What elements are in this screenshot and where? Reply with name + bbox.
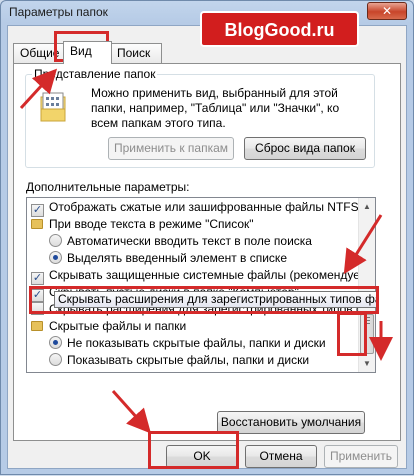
reset-folders-button[interactable]: Сброс вида папок bbox=[244, 137, 366, 160]
view-tab-panel: Представление папок Можно применить вид,… bbox=[13, 63, 401, 441]
list-item[interactable]: ✓ Скрывать защищенные системные файлы (ре… bbox=[31, 267, 360, 285]
blog-logo: BlogGood.ru bbox=[200, 11, 359, 47]
advanced-settings-list[interactable]: ✓ Отображать сжатые или зашифрованные фай… bbox=[26, 197, 376, 373]
list-scrollbar[interactable]: ▲ ▼ bbox=[358, 198, 375, 372]
cancel-button[interactable]: Отмена bbox=[245, 445, 317, 468]
list-item[interactable]: ✓ Отображать сжатые или зашифрованные фай… bbox=[31, 199, 369, 217]
folder-options-window: Параметры папок ✕ Общие Вид Поиск Предст… bbox=[0, 0, 414, 475]
radio-icon[interactable] bbox=[49, 234, 62, 247]
scroll-up-icon[interactable]: ▲ bbox=[359, 198, 375, 215]
advanced-settings-label: Дополнительные параметры: bbox=[26, 180, 190, 194]
folder-icon bbox=[31, 321, 43, 331]
list-item: Скрытые файлы и папки bbox=[31, 318, 186, 335]
radio-selected-icon[interactable] bbox=[49, 251, 62, 264]
tooltip: Скрывать расширения для зарегистрированн… bbox=[54, 291, 377, 308]
checkbox-icon[interactable] bbox=[31, 302, 44, 315]
folder-view-legend: Представление папок bbox=[32, 67, 158, 81]
list-item[interactable]: Выделять введенный элемент в списке bbox=[49, 250, 287, 267]
folder-view-group: Представление папок Можно применить вид,… bbox=[25, 67, 375, 168]
ok-button[interactable]: OK bbox=[166, 445, 238, 468]
list-item[interactable]: Не показывать скрытые файлы, папки и дис… bbox=[49, 335, 326, 352]
dialog-client: Общие Вид Поиск Представление папок Можн… bbox=[7, 25, 407, 469]
apply-button[interactable]: Применить bbox=[324, 445, 398, 468]
folder-view-description: Можно применить вид, выбранный для этой … bbox=[91, 86, 340, 130]
folder-icon bbox=[31, 219, 43, 229]
restore-defaults-button[interactable]: Восстановить умолчания bbox=[217, 411, 365, 434]
window-title: Параметры папок bbox=[9, 5, 108, 19]
close-button[interactable]: ✕ bbox=[367, 2, 407, 20]
list-item[interactable]: Автоматически вводить текст в поле поиск… bbox=[49, 233, 312, 250]
list-item: При вводе текста в режиме "Список" bbox=[31, 216, 254, 233]
tab-general[interactable]: Общие bbox=[13, 43, 65, 63]
radio-selected-icon[interactable] bbox=[49, 336, 62, 349]
tab-search[interactable]: Поиск bbox=[110, 43, 162, 63]
scroll-down-icon[interactable]: ▼ bbox=[359, 355, 375, 372]
folder-view-icon bbox=[40, 92, 66, 122]
radio-icon[interactable] bbox=[49, 353, 62, 366]
apply-to-folders-button[interactable]: Применить к папкам bbox=[108, 137, 234, 160]
tab-view[interactable]: Вид bbox=[63, 41, 112, 64]
scroll-thumb[interactable] bbox=[360, 314, 374, 354]
list-item[interactable]: Показывать скрытые файлы, папки и диски bbox=[49, 352, 309, 369]
close-icon: ✕ bbox=[381, 4, 393, 18]
